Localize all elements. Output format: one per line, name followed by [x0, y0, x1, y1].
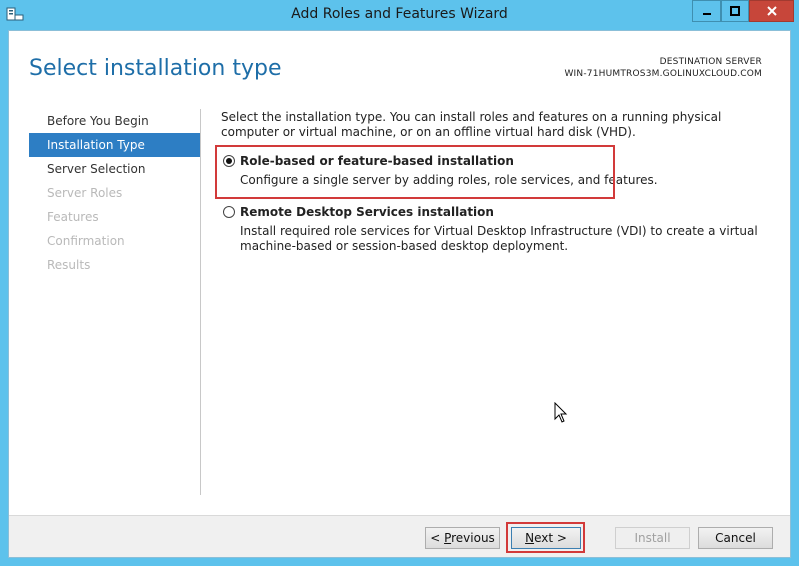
close-icon	[750, 5, 793, 17]
wizard-nav: Before You Begin Installation Type Serve…	[29, 109, 200, 277]
mouse-cursor-icon	[554, 401, 568, 428]
nav-item-server-selection[interactable]: Server Selection	[29, 157, 200, 181]
nav-item-before-you-begin[interactable]: Before You Begin	[29, 109, 200, 133]
page-title: Select installation type	[29, 56, 282, 81]
install-button: Install	[615, 527, 690, 549]
cancel-button[interactable]: Cancel	[698, 527, 773, 549]
maximize-button[interactable]	[721, 0, 749, 22]
destination-server-label: DESTINATION SERVER	[659, 57, 762, 67]
option-description: Install required role services for Virtu…	[240, 224, 758, 253]
highlight-box-option	[215, 145, 615, 199]
wizard-client-area: Select installation type DESTINATION SER…	[8, 30, 791, 558]
nav-item-installation-type[interactable]: Installation Type	[29, 133, 200, 157]
option-title[interactable]: Remote Desktop Services installation	[240, 205, 494, 219]
nav-item-server-roles: Server Roles	[47, 186, 123, 200]
intro-text: Select the installation type. You can in…	[221, 110, 722, 139]
nav-item-results: Results	[47, 258, 91, 272]
minimize-icon	[693, 5, 720, 17]
window-title: Add Roles and Features Wizard	[291, 6, 508, 22]
radio-remote-desktop[interactable]	[223, 206, 235, 218]
nav-item-confirmation: Confirmation	[47, 234, 125, 248]
close-button[interactable]	[749, 0, 794, 22]
minimize-button[interactable]	[692, 0, 721, 22]
content-panel: Select the installation type. You can in…	[221, 110, 776, 253]
destination-server-name: WIN-71HUMTROS3M.GOLINUXCLOUD.COM	[564, 69, 762, 79]
previous-button[interactable]: < Previous	[425, 527, 500, 549]
title-bar[interactable]: Add Roles and Features Wizard	[0, 0, 799, 30]
nav-item-features: Features	[47, 210, 99, 224]
nav-divider	[200, 109, 201, 495]
highlight-box-next	[506, 522, 585, 553]
button-bar: < Previous Next > Install Cancel	[9, 515, 790, 557]
maximize-icon	[722, 5, 748, 17]
